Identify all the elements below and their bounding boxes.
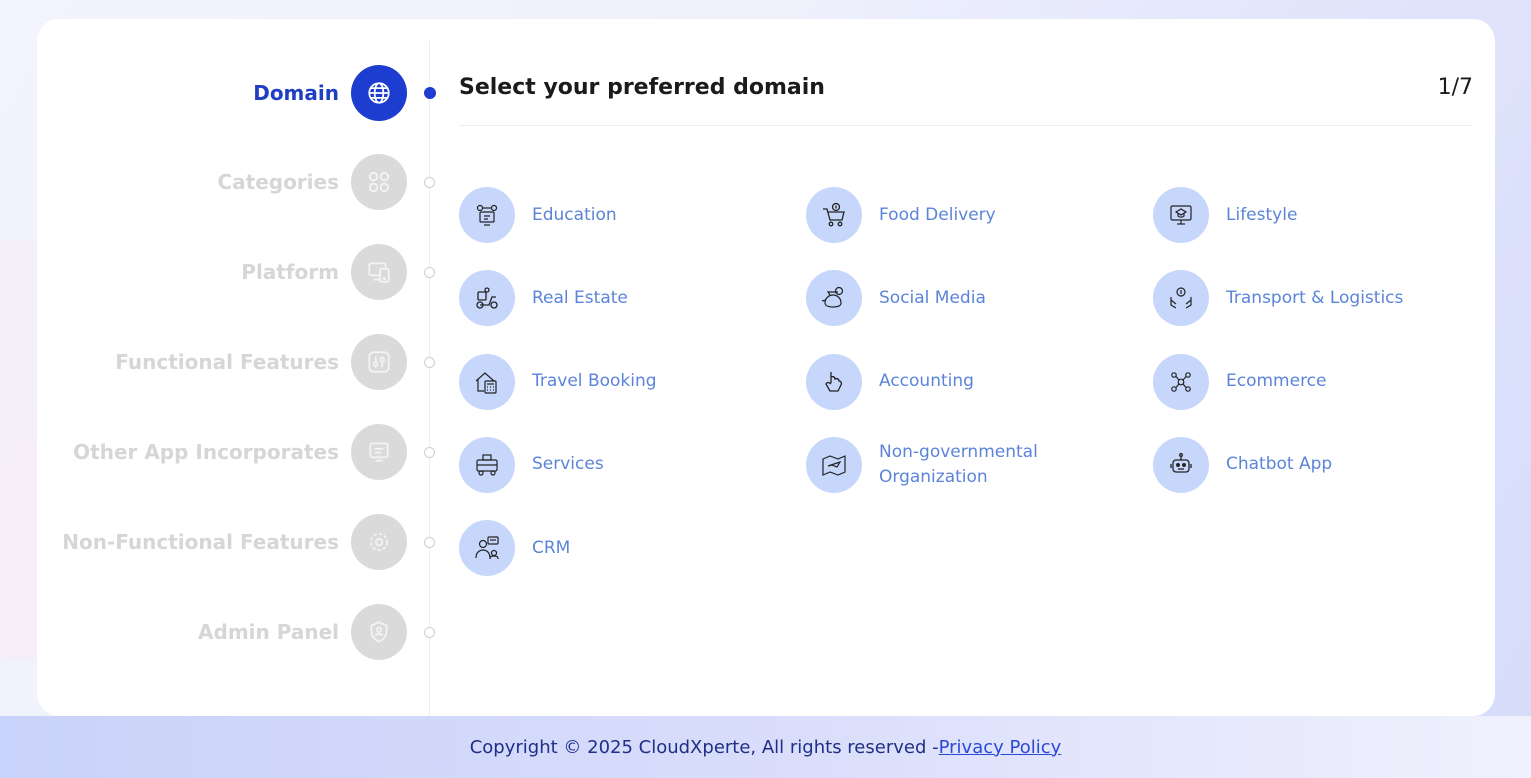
domain-label: Social Media (879, 287, 986, 308)
chat-box-icon (351, 424, 407, 480)
delivery-scooter-icon (459, 270, 515, 327)
domain-label: Real Estate (532, 287, 628, 308)
grid-icon (351, 154, 407, 210)
domain-label: CRM (532, 537, 571, 558)
step-platform[interactable]: Platform (241, 244, 407, 300)
globe-icon (351, 65, 407, 121)
stepper-line (429, 41, 430, 716)
step-label: Platform (241, 260, 339, 284)
privacy-policy-link[interactable]: Privacy Policy (939, 737, 1062, 758)
step-non-functional-features[interactable]: Non-Functional Features (62, 514, 407, 570)
step-label: Other App Incorporates (73, 440, 339, 464)
hand-coin-icon (1153, 270, 1209, 327)
domain-label: Non-governmental Organization (879, 441, 1038, 487)
domain-option-accounting[interactable]: Accounting (806, 353, 1153, 410)
step-dot-admin-panel (424, 627, 435, 638)
step-dot-categories (424, 177, 435, 188)
settings-gear-icon (351, 514, 407, 570)
domain-label: Transport & Logistics (1226, 287, 1404, 308)
step-label: Functional Features (115, 350, 339, 374)
domain-option-real-estate[interactable]: Real Estate (459, 270, 806, 327)
domain-label: Lifestyle (1226, 204, 1298, 225)
domain-grid: Education Food Delivery Lifestyle Real E… (459, 187, 1495, 603)
money-bag-icon (806, 270, 862, 327)
step-categories[interactable]: Categories (217, 154, 407, 210)
step-domain[interactable]: Domain (253, 65, 407, 121)
shopping-cart-icon (806, 187, 862, 243)
step-dot-functional-features (424, 357, 435, 368)
page-title: Select your preferred domain (459, 75, 825, 100)
education-icon (459, 187, 515, 243)
step-dot-non-functional-features (424, 537, 435, 548)
step-label: Non-Functional Features (62, 530, 339, 554)
domain-label: Ecommerce (1226, 371, 1327, 392)
network-people-icon (1153, 353, 1209, 410)
domain-label: Accounting (879, 371, 974, 392)
bus-icon (459, 436, 515, 493)
domain-option-social-media[interactable]: Social Media (806, 270, 1153, 327)
step-label: Admin Panel (198, 620, 339, 644)
divider (459, 125, 1472, 126)
domain-option-travel-booking[interactable]: Travel Booking (459, 353, 806, 410)
domain-option-chatbot-app[interactable]: Chatbot App (1153, 436, 1495, 493)
online-learning-icon (1153, 187, 1209, 243)
domain-label: Services (532, 454, 604, 475)
domain-option-food-delivery[interactable]: Food Delivery (806, 187, 1153, 243)
domain-option-education[interactable]: Education (459, 187, 806, 243)
domain-label: Food Delivery (879, 204, 996, 225)
map-plane-icon (806, 436, 862, 493)
customer-support-icon (459, 520, 515, 577)
step-label: Domain (253, 81, 339, 105)
step-dot-platform (424, 267, 435, 278)
domain-label: Chatbot App (1226, 454, 1333, 475)
domain-option-lifestyle[interactable]: Lifestyle (1153, 187, 1495, 243)
domain-option-transport-logistics[interactable]: Transport & Logistics (1153, 270, 1495, 327)
devices-icon (351, 244, 407, 300)
sliders-icon (351, 334, 407, 390)
step-functional-features[interactable]: Functional Features (115, 334, 407, 390)
robot-icon (1153, 436, 1209, 493)
domain-option-crm[interactable]: CRM (459, 520, 806, 577)
domain-option-services[interactable]: Services (459, 436, 806, 493)
copyright-text: Copyright © 2025 CloudXperte, All rights… (469, 736, 939, 758)
wizard-card: Domain Categories Platform Functional Fe… (37, 19, 1495, 716)
step-other-app-incorporates[interactable]: Other App Incorporates (73, 424, 407, 480)
step-progress: 1/7 (1437, 75, 1473, 100)
domain-option-ngo[interactable]: Non-governmental Organization (806, 436, 1153, 493)
footer: Copyright © 2025 CloudXperte, All rights… (0, 716, 1531, 778)
step-admin-panel[interactable]: Admin Panel (198, 604, 407, 660)
shield-user-icon (351, 604, 407, 660)
domain-label: Education (532, 204, 617, 225)
hand-touch-icon (806, 353, 862, 410)
step-dot-other-app-incorporates (424, 447, 435, 458)
domain-label: Travel Booking (532, 371, 657, 392)
house-calculator-icon (459, 353, 515, 410)
domain-option-ecommerce[interactable]: Ecommerce (1153, 353, 1495, 410)
step-dot-domain (424, 87, 436, 99)
step-label: Categories (217, 170, 339, 194)
